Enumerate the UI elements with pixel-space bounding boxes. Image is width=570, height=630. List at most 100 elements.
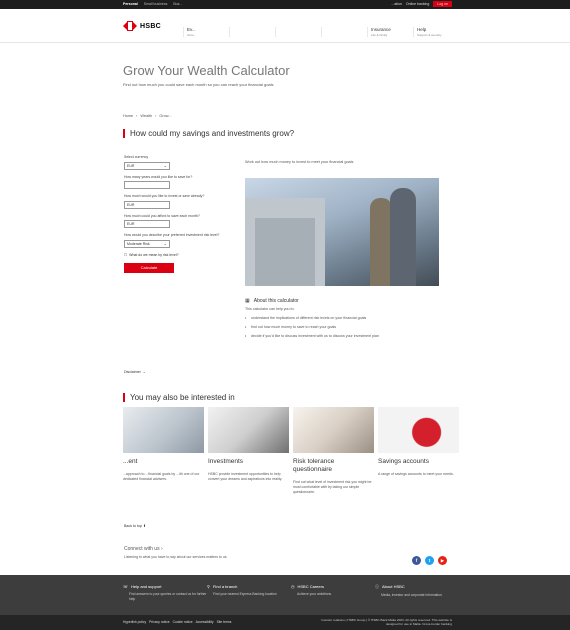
arrow-up-icon: ⬆ <box>142 524 146 528</box>
card-advice[interactable]: ...ent ...approach to ...financial goals… <box>123 407 204 495</box>
back-to-top-link[interactable]: Back to top ⬆ <box>124 524 146 528</box>
card-investments[interactable]: Investments HSBC provide investment oppo… <box>208 407 289 495</box>
breadcrumb-current: Grow... <box>159 114 172 118</box>
card-image <box>208 407 289 453</box>
heading-accent-bar <box>123 393 125 402</box>
card-title[interactable]: ...ent <box>123 458 204 466</box>
nav-subtitle: Support & security <box>417 33 442 37</box>
tab-personal[interactable]: Personal <box>123 2 138 6</box>
select-value: EUR <box>127 163 135 168</box>
card-image <box>378 407 459 453</box>
site-terms-link[interactable]: Site terms <box>217 620 232 624</box>
footer-help-support[interactable]: ☏ Help and support Find answers to your q… <box>123 584 207 601</box>
footer-about-hsbc[interactable]: ⓘ About HSBC Media, investor and corporat… <box>375 584 459 601</box>
chevron-down-icon: ⌄ <box>163 162 167 168</box>
topbar-link-location[interactable]: ...ation <box>391 2 402 6</box>
couple-balcony-image <box>245 178 439 286</box>
calculator-heading: How could my savings and investments gro… <box>123 129 294 138</box>
hsbc-logo[interactable]: HSBC <box>123 21 161 31</box>
chevron-right-icon: › <box>160 546 163 552</box>
calculator-icon: ▦ <box>245 298 250 304</box>
footer-col-text: Media, investor and corporate informatio… <box>381 593 442 597</box>
card-description: ...approach to ...financial goals by ...… <box>123 472 200 481</box>
about-intro: This calculator can help you to: <box>245 307 295 311</box>
hyperlink-policy-link[interactable]: Hyperlink policy <box>123 620 146 624</box>
nav-title: Ev... <box>187 27 196 32</box>
accessibility-link[interactable]: Accessibility <box>196 620 214 624</box>
about-title: About this calculator <box>253 298 299 304</box>
card-description: Find out what level of investment risk y… <box>293 480 372 494</box>
info-icon: ☐ <box>124 252 128 257</box>
currency-select[interactable]: EUR ⌄ <box>124 161 170 170</box>
calculate-button[interactable]: Calculate <box>124 262 174 273</box>
footer-careers[interactable]: ◷ HSBC Careers Achieve your ambitions <box>291 584 375 601</box>
page-title: Grow Your Wealth Calculator <box>123 63 290 78</box>
chevron-down-icon: ⌄ <box>163 240 167 246</box>
tab-small-business[interactable]: Small business <box>144 2 168 6</box>
copyright-text: Investor relations | HSBC Group | © HSBC… <box>321 618 452 626</box>
facebook-icon[interactable]: f <box>412 556 421 565</box>
risk-level-link[interactable]: ☐ What do we mean by risk level? <box>124 253 224 257</box>
card-description: HSBC provide investment opportunities to… <box>208 472 283 481</box>
top-utility-bar: Personal Small business Bus... ...ation … <box>0 0 570 9</box>
card-description: A range of savings accounts to meet your… <box>378 472 454 476</box>
twitter-icon[interactable]: t <box>425 556 434 565</box>
phone-icon: ☏ <box>123 584 129 589</box>
nav-item-2[interactable] <box>229 27 275 37</box>
nav-item-4[interactable] <box>321 27 367 37</box>
risk-link-text: What do we mean by risk level? <box>129 252 179 257</box>
footer-col-title: HSBC Careers <box>297 584 324 589</box>
risk-level-field: How would you describe your preferred in… <box>124 233 224 248</box>
card-title[interactable]: Savings accounts <box>378 458 459 466</box>
cookie-notice-link[interactable]: Cookie notice <box>173 620 193 624</box>
select-value: Moderate Risk <box>127 241 150 246</box>
initial-investment-input[interactable]: EUR <box>124 200 170 209</box>
careers-icon: ◷ <box>291 584 295 589</box>
social-links: f t ▶ <box>412 556 447 565</box>
footer-find-branch[interactable]: ⚲ Find a branch Find your nearest Express… <box>207 584 291 601</box>
card-image <box>123 407 204 453</box>
card-title[interactable]: Investments <box>208 458 289 466</box>
privacy-notice-link[interactable]: Privacy notice <box>149 620 170 624</box>
years-input[interactable] <box>124 181 170 189</box>
hsbc-hexagon-icon <box>123 21 137 31</box>
about-list: understand the implications of different… <box>245 316 445 338</box>
connect-section: Connect with us › Listening to what you … <box>124 546 228 559</box>
location-pin-icon: ⚲ <box>207 584 210 589</box>
topbar-link-online-banking[interactable]: Online banking <box>406 2 429 6</box>
breadcrumb: Home › Wealth › Grow... <box>123 114 171 118</box>
youtube-icon[interactable]: ▶ <box>438 556 447 565</box>
field-label: Select currency <box>124 155 149 159</box>
connect-heading[interactable]: Connect with us › <box>124 546 228 552</box>
nav-item-insurance[interactable]: Insurance Life & family <box>367 27 413 37</box>
nav-item-help[interactable]: Help Support & security <box>413 27 459 37</box>
log-on-button[interactable]: Log on <box>433 1 452 7</box>
nav-item-3[interactable] <box>275 27 321 37</box>
calculator-right-column: Work out how much money to invest to mee… <box>245 160 441 164</box>
monthly-saving-input[interactable]: EUR <box>124 220 170 228</box>
disclaimer-label: Disclaimer <box>124 370 141 374</box>
list-item: decide if you'd like to discuss investme… <box>245 334 445 338</box>
tab-business[interactable]: Bus... <box>173 2 182 6</box>
field-label: How would you describe your preferred in… <box>124 233 220 237</box>
list-item: understand the implications of different… <box>245 316 445 320</box>
card-risk-tolerance[interactable]: Risk tolerance questionnaire Find out wh… <box>293 407 374 495</box>
page-subtitle: Find out how much you could save each mo… <box>123 82 274 87</box>
footer-col-title: Help and support <box>131 584 162 589</box>
nav-item-everyday[interactable]: Ev... Acco... <box>183 27 229 37</box>
card-title[interactable]: Risk tolerance questionnaire <box>293 458 374 474</box>
disclaimer-toggle[interactable]: Disclaimer ⌄ <box>124 370 146 374</box>
related-cards: ...ent ...approach to ...financial goals… <box>123 407 459 495</box>
nav-subtitle: Acco... <box>187 33 197 37</box>
risk-level-select[interactable]: Moderate Risk ⌄ <box>124 239 170 248</box>
back-to-top-label: Back to top <box>124 524 142 528</box>
connect-title: Connect with us <box>124 546 160 552</box>
card-image <box>293 407 374 453</box>
breadcrumb-home[interactable]: Home <box>123 114 133 118</box>
card-savings-accounts[interactable]: Savings accounts A range of savings acco… <box>378 407 459 495</box>
main-header: HSBC Ev... Acco... Insurance Life & fami… <box>0 9 570 43</box>
breadcrumb-wealth[interactable]: Wealth <box>140 114 152 118</box>
initial-investment-field: How much would you like to invest or sav… <box>124 194 224 209</box>
calculator-title: How could my savings and investments gro… <box>130 129 295 138</box>
brand-name: HSBC <box>140 22 162 30</box>
